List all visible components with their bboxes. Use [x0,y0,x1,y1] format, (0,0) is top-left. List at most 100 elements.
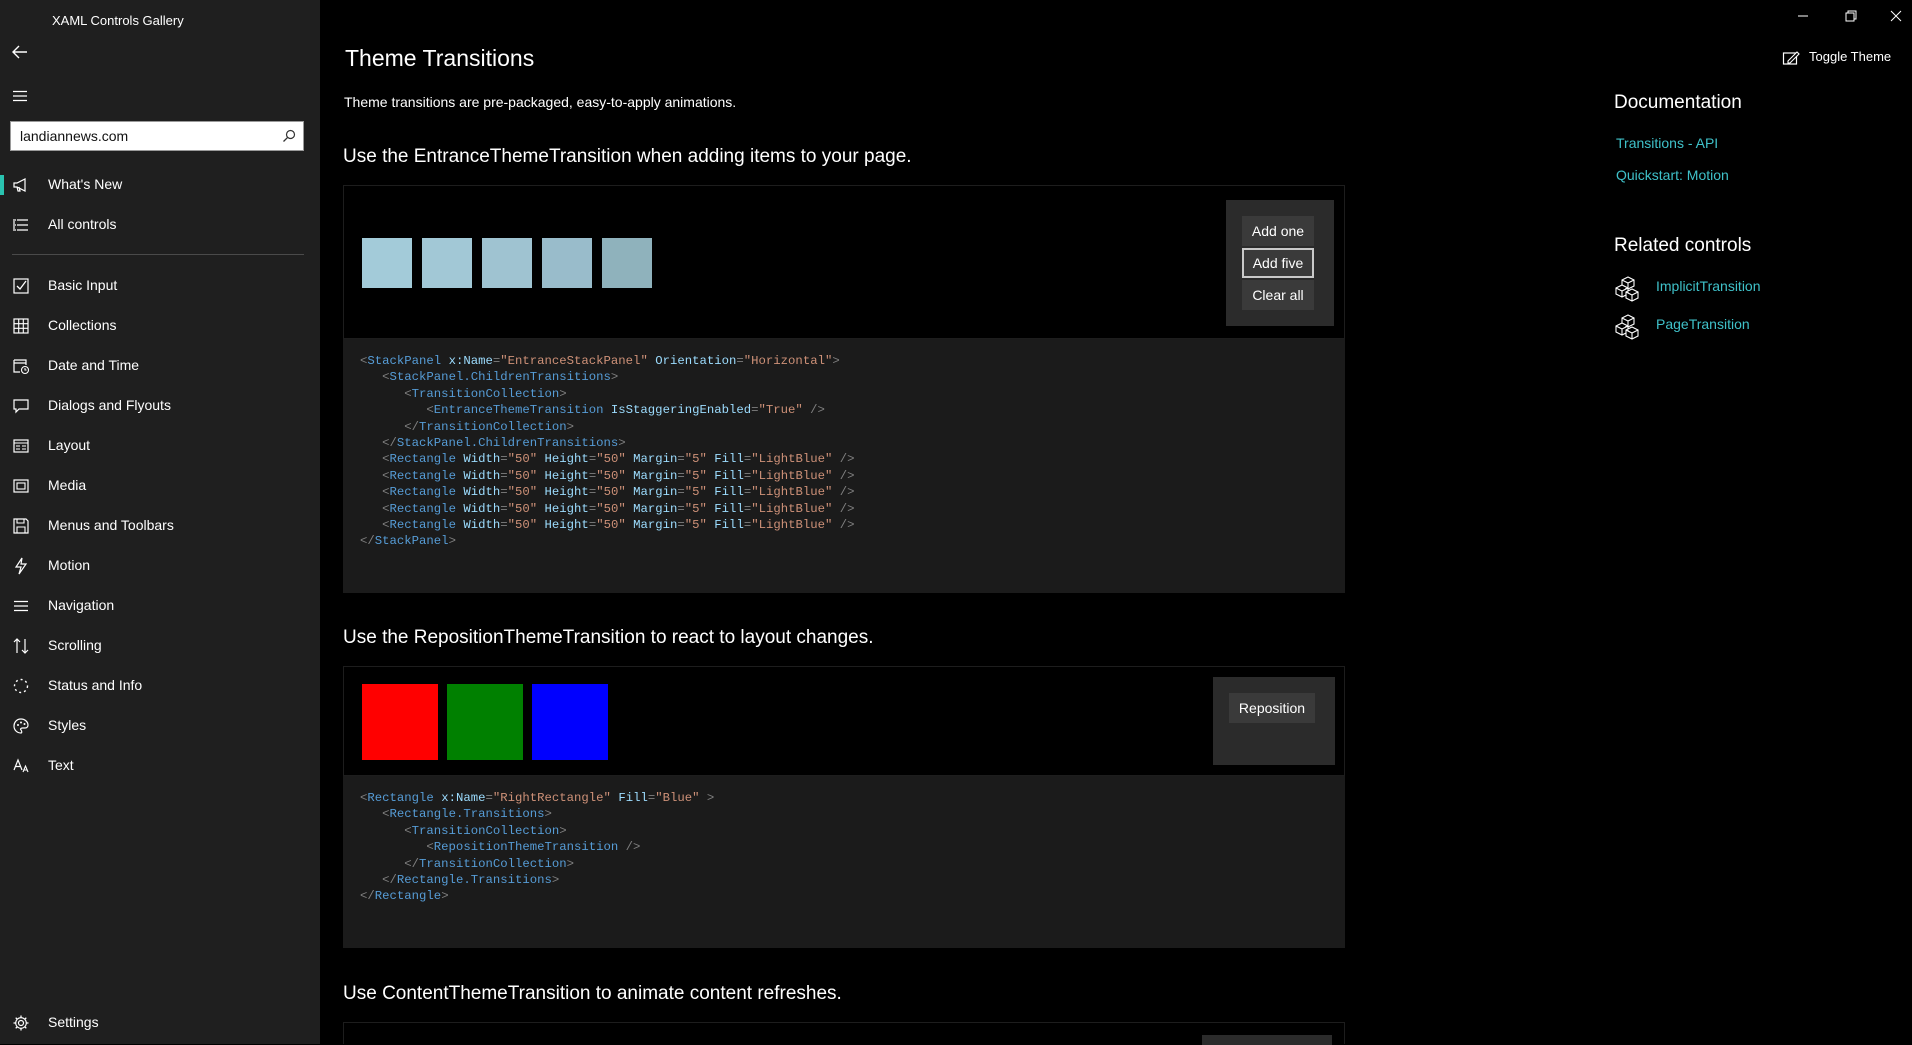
nav-label: Dialogs and Flyouts [48,397,171,413]
nav-label: Navigation [48,597,115,613]
media-icon [12,477,30,495]
progress-ring-icon [12,677,30,695]
reposition-code-block: <Rectangle x:Name="RightRectangle" Fill=… [343,776,1345,948]
quickstart-motion-link[interactable]: Quickstart: Motion [1616,167,1729,183]
page-description: Theme transitions are pre-packaged, easy… [344,94,737,110]
page-title: Theme Transitions [345,45,535,71]
nav-item-media[interactable]: Media [0,466,320,506]
search-box[interactable] [10,121,304,151]
calendar-clock-icon [12,357,30,375]
sample-rectangle [482,238,532,288]
sample-rectangle [447,684,523,760]
lightning-icon [12,557,30,575]
nav-item-dialogs-and-flyouts[interactable]: Dialogs and Flyouts [0,386,320,426]
nav-item-all-controls[interactable]: All controls [0,205,320,245]
add-one-button[interactable]: Add one [1242,216,1314,246]
code-line: <RepositionThemeTransition /> [360,840,641,855]
sidebar: XAML Controls Gallery What's New All con… [0,0,320,1044]
code-line: <Rectangle Width="50" Height="50" Margin… [360,485,855,500]
back-arrow-icon [12,45,27,59]
back-button[interactable] [6,38,34,66]
nav-label: Text [48,757,74,773]
list-icon [12,216,30,234]
code-line: <Rectangle x:Name="RightRectangle" Fill=… [360,791,715,805]
transitions-api-link[interactable]: Transitions - API [1616,135,1718,151]
documentation-heading: Documentation [1614,92,1742,113]
code-line: <StackPanel x:Name="EntranceStackPanel" … [360,354,840,368]
hamburger-menu-icon [13,90,27,102]
sample-rectangle [362,684,438,760]
content-example-area [343,1022,1345,1045]
clear-all-button[interactable]: Clear all [1242,280,1314,310]
menu-button[interactable] [6,82,34,110]
implicit-transition-link[interactable]: ImplicitTransition [1656,278,1761,294]
nav-item-settings[interactable]: Settings [0,1003,320,1043]
code-line: <TransitionCollection> [360,823,567,838]
nav-label: Layout [48,437,91,453]
search-icon [283,129,296,142]
content-section-heading: Use ContentThemeTransition to animate co… [343,983,842,1004]
gear-icon [12,1014,30,1032]
nav-label: Scrolling [48,637,102,653]
nav-item-status-and-info[interactable]: Status and Info [0,666,320,706]
reposition-section-heading: Use the RepositionThemeTransition to rea… [343,627,874,648]
reposition-example-area: Reposition [343,666,1345,776]
code-line: <TransitionCollection> [360,386,567,401]
nav-item-styles[interactable]: Styles [0,706,320,746]
toggle-theme-label: Toggle Theme [1809,49,1892,64]
nav-item-text[interactable]: Text [0,746,320,786]
code-line: </StackPanel> [360,534,456,549]
code-line: <StackPanel.ChildrenTransitions> [360,370,619,385]
nav-divider [12,254,304,255]
nav-label: Status and Info [48,677,143,693]
nav-label: Styles [48,717,87,733]
add-five-button[interactable]: Add five [1242,248,1314,278]
megaphone-icon [12,176,30,194]
nav-label: Basic Input [48,277,118,293]
related-controls-heading: Related controls [1614,235,1752,256]
nav-item-navigation[interactable]: Navigation [0,586,320,626]
nav-item-date-and-time[interactable]: Date and Time [0,346,320,386]
nav-item-motion[interactable]: Motion [0,546,320,586]
message-icon [12,397,30,415]
nav-label: Media [48,477,87,493]
sample-rectangle [362,238,412,288]
code-line: <EntranceThemeTransition IsStaggeringEna… [360,403,825,418]
nav-label: Settings [48,1014,99,1030]
page-transition-link[interactable]: PageTransition [1656,316,1750,332]
sample-rectangle [602,238,652,288]
nav-item-menus-and-toolbars[interactable]: Menus and Toolbars [0,506,320,546]
nav-label: All controls [48,216,117,232]
nav-item-layout[interactable]: Layout [0,426,320,466]
reposition-button[interactable]: Reposition [1229,693,1315,723]
reposition-options-pane: Reposition [1213,677,1335,765]
nav-label: Menus and Toolbars [48,517,174,533]
close-button[interactable] [1881,6,1911,26]
minimize-button[interactable] [1788,6,1818,26]
entrance-section-heading: Use the EntranceThemeTransition when add… [343,146,912,167]
code-line: <Rectangle Width="50" Height="50" Margin… [360,501,855,516]
code-line: </StackPanel.ChildrenTransitions> [360,435,626,450]
close-icon [1890,10,1902,22]
font-icon [12,757,30,775]
entrance-code-block: <StackPanel x:Name="EntranceStackPanel" … [343,339,1345,593]
sort-arrows-icon [12,637,30,655]
code-line: <Rectangle Width="50" Height="50" Margin… [360,517,855,532]
search-input[interactable] [11,122,280,150]
app-title: XAML Controls Gallery [52,13,184,28]
minimize-icon [1798,15,1808,17]
nav-item-scrolling[interactable]: Scrolling [0,626,320,666]
nav-label: What's New [48,176,123,192]
nav-item-whats-new[interactable]: What's New [0,165,320,205]
sample-rectangle [422,238,472,288]
restore-button[interactable] [1836,6,1866,26]
entrance-options-pane: Add one Add five Clear all [1226,200,1334,326]
sample-rectangle [542,238,592,288]
code-line: </Rectangle.Transitions> [360,872,560,887]
nav-label: Motion [48,557,91,573]
restore-icon [1845,10,1857,22]
search-button[interactable] [279,126,299,146]
nav-item-collections[interactable]: Collections [0,306,320,346]
control-icon [1615,276,1639,302]
nav-item-basic-input[interactable]: Basic Input [0,266,320,306]
